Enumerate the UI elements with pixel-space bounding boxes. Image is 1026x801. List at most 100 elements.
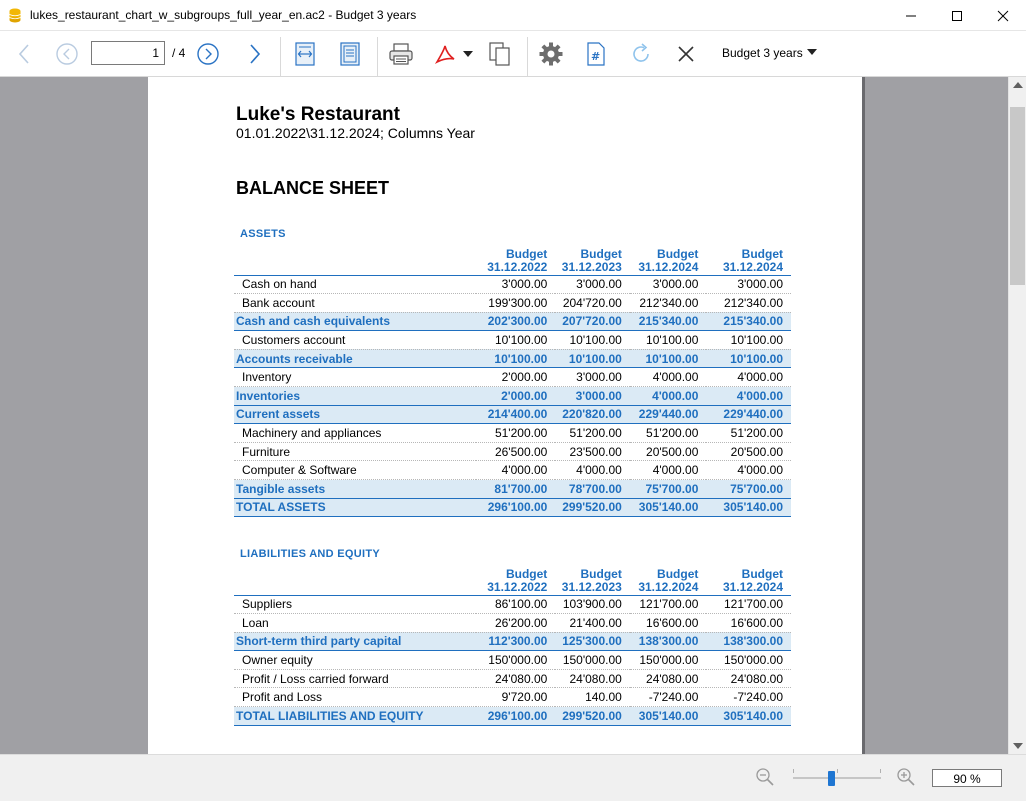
maximize-button[interactable] — [934, 0, 980, 31]
table-row: Loan 26'200.00 21'400.00 16'600.00 16'600.00 — [234, 613, 791, 633]
close-icon — [997, 10, 1009, 21]
next-page-button[interactable] — [195, 39, 221, 69]
value-cell: 121'700.00 — [706, 595, 791, 615]
budget-dropdown[interactable]: Budget 3 years — [722, 46, 803, 60]
scrollbar-thumb[interactable] — [1010, 107, 1025, 285]
assets-table: Budget 31.12.2022 Budget 31.12.2023 Budget… — [234, 245, 791, 518]
row-label: Computer & Software — [234, 460, 476, 481]
value-cell: 24'080.00 — [555, 669, 630, 689]
close-report-button[interactable] — [673, 39, 699, 69]
refresh-button[interactable] — [628, 39, 654, 69]
zoom-in-button[interactable] — [896, 767, 916, 792]
fit-page-button[interactable] — [336, 39, 364, 69]
value-cell: 16'600.00 — [706, 613, 791, 633]
value-cell: 229'440.00 — [629, 405, 707, 425]
zoom-slider-track[interactable] — [793, 777, 881, 779]
print-button[interactable] — [386, 39, 416, 69]
column-header: Budget 31.12.2023 — [555, 245, 630, 276]
page-number-input[interactable]: 1 — [91, 41, 165, 65]
value-cell: 81'700.00 — [475, 479, 556, 499]
pdf-icon — [434, 45, 455, 64]
table-row: Inventory 2'000.00 3'000.00 4'000.00 4'000.0… — [234, 367, 791, 388]
row-label: Machinery and appliances — [234, 423, 476, 443]
column-header: Budget 31.12.2023 — [555, 565, 630, 596]
header-cell-empty — [234, 245, 476, 276]
value-cell: 24'080.00 — [475, 669, 556, 689]
caret-down-icon[interactable] — [807, 49, 817, 55]
document-viewport[interactable]: Luke's Restaurant 01.01.2022\31.12.2024;… — [0, 77, 1008, 754]
minimize-icon — [906, 15, 916, 16]
zoom-in-icon — [897, 768, 915, 786]
export-pdf-button[interactable] — [432, 39, 458, 69]
value-cell: 10'100.00 — [706, 330, 791, 350]
scroll-down-icon[interactable] — [1013, 743, 1023, 749]
value-cell: 20'500.00 — [706, 442, 791, 462]
column-header: Budget 31.12.2024 — [706, 565, 791, 596]
value-cell: 51'200.00 — [475, 423, 556, 443]
value-cell: 78'700.00 — [555, 479, 630, 499]
previous-page-button[interactable] — [54, 39, 80, 69]
report-page: Luke's Restaurant 01.01.2022\31.12.2024;… — [148, 77, 862, 754]
value-cell: 3'000.00 — [475, 275, 556, 295]
row-label: Inventory — [234, 367, 476, 388]
value-cell: 229'440.00 — [706, 405, 791, 425]
value-cell: 150'000.00 — [629, 650, 707, 670]
table-row: Machinery and appliances 51'200.00 51'200.… — [234, 423, 791, 443]
page-number-button[interactable]: # — [583, 39, 609, 69]
first-page-button[interactable] — [12, 39, 36, 69]
value-cell: 202'300.00 — [475, 312, 556, 332]
table-total-row: Cash and cash equivalents 202'300.00 207'7… — [234, 312, 791, 332]
last-page-button[interactable] — [243, 39, 267, 69]
circle-arrow-right-icon — [197, 43, 219, 65]
row-label: Owner equity — [234, 650, 476, 670]
fit-width-button[interactable] — [291, 39, 319, 69]
value-cell: 16'600.00 — [629, 613, 707, 633]
value-cell: 10'100.00 — [555, 330, 630, 350]
zoom-level-field[interactable]: 90 % — [932, 769, 1002, 787]
value-cell: 10'100.00 — [555, 349, 630, 369]
value-cell: 9'720.00 — [475, 687, 556, 708]
table-row: Owner equity 150'000.00 150'000.00 150'000.… — [234, 650, 791, 670]
value-cell: 4'000.00 — [629, 367, 707, 388]
minimize-button[interactable] — [888, 0, 934, 31]
title-bar: lukes_restaurant_chart_w_subgroups_full_… — [0, 0, 1026, 31]
report-title: Luke's Restaurant — [236, 104, 400, 125]
section-label-assets: ASSETS — [240, 228, 286, 240]
value-cell: 299'520.00 — [555, 498, 630, 518]
zoom-out-button[interactable] — [755, 767, 775, 792]
value-cell: 3'000.00 — [555, 367, 630, 388]
value-cell: 305'140.00 — [706, 706, 791, 726]
header-cell-empty — [234, 565, 476, 596]
table-row: Cash on hand 3'000.00 3'000.00 3'000.00 3'00… — [234, 275, 791, 295]
row-label: Current assets — [234, 405, 476, 425]
value-cell: 51'200.00 — [555, 423, 630, 443]
zoom-tick — [837, 769, 838, 773]
value-cell: 86'100.00 — [475, 595, 556, 615]
refresh-icon — [633, 43, 649, 62]
table-header-row: Budget 31.12.2022 Budget 31.12.2023 Budget… — [234, 565, 791, 596]
value-cell: 150'000.00 — [555, 650, 630, 670]
row-label: Customers account — [234, 330, 476, 350]
value-cell: 10'100.00 — [629, 330, 707, 350]
toolbar-separator — [527, 37, 528, 77]
table-row: Profit and Loss 9'720.00 140.00 -7'240.00 -7… — [234, 687, 791, 708]
close-window-button[interactable] — [980, 0, 1026, 31]
value-cell: 2'000.00 — [475, 367, 556, 388]
value-cell: 75'700.00 — [706, 479, 791, 499]
zoom-slider-thumb[interactable] — [828, 771, 835, 786]
value-cell: 4'000.00 — [475, 460, 556, 481]
scroll-up-icon[interactable] — [1013, 82, 1023, 88]
column-header: Budget 31.12.2024 — [629, 565, 707, 596]
zoom-tick — [793, 769, 794, 773]
settings-button[interactable] — [536, 39, 566, 69]
vertical-scrollbar[interactable] — [1008, 77, 1026, 754]
liabilities-table-body: Suppliers 86'100.00 103'900.00 121'700.00 12… — [234, 595, 791, 726]
value-cell: 21'400.00 — [555, 613, 630, 633]
value-cell: 112'300.00 — [475, 632, 556, 652]
value-cell: 138'300.00 — [629, 632, 707, 652]
value-cell: 215'340.00 — [629, 312, 707, 332]
export-dropdown-button[interactable] — [460, 39, 476, 69]
column-header: Budget 31.12.2024 — [706, 245, 791, 276]
value-cell: 204'720.00 — [555, 293, 630, 313]
copy-button[interactable] — [486, 39, 514, 69]
